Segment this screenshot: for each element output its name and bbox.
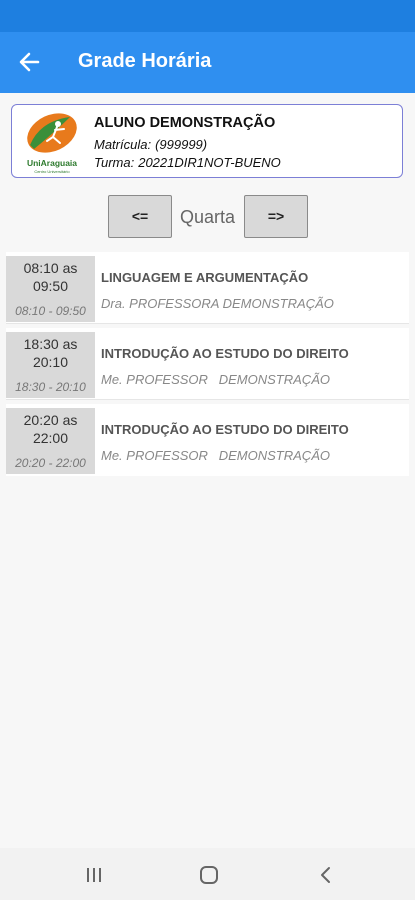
class-value: 20221DIR1NOT-BUENO (138, 155, 281, 170)
class-list-item[interactable]: 20:20 as 22:00 20:20 - 22:00 INTRODUÇÃO A… (6, 404, 409, 476)
home-icon[interactable] (194, 863, 224, 887)
teacher-name: Me. PROFESSOR DEMONSTRAÇÃO (101, 448, 330, 463)
status-bar (0, 0, 415, 32)
registration-line: Matrícula: (999999) (94, 137, 207, 152)
student-name: ALUNO DEMONSTRAÇÃO (94, 115, 276, 131)
course-name: LINGUAGEM E ARGUMENTAÇÃO (101, 270, 309, 285)
registration-label: Matrícula: (94, 137, 152, 152)
time-box: 18:30 as 20:10 18:30 - 20:10 (6, 332, 95, 398)
divider (6, 323, 409, 324)
time-range: 18:30 - 20:10 (15, 380, 86, 394)
registration-value: (999999) (155, 137, 208, 152)
start-time: 08:10 as (23, 260, 78, 276)
time-box: 08:10 as 09:50 08:10 - 09:50 (6, 256, 95, 322)
recent-apps-icon[interactable] (79, 863, 109, 887)
class-list-item[interactable]: 08:10 as 09:50 08:10 - 09:50 LINGUAGEM E … (6, 252, 409, 324)
class-list-item[interactable]: 18:30 as 20:10 18:30 - 20:10 INTRODUÇÃO A… (6, 328, 409, 400)
system-back-icon[interactable] (311, 863, 341, 887)
start-time: 20:20 as (23, 412, 78, 428)
time-box: 20:20 as 22:00 20:20 - 22:00 (6, 408, 95, 474)
teacher-name: Me. PROFESSOR DEMONSTRAÇÃO (101, 372, 330, 387)
class-line: Turma: 20221DIR1NOT-BUENO (94, 155, 281, 170)
student-card: UniAraguaia Centro Universitário ALUNO D… (11, 104, 403, 178)
back-arrow-icon[interactable] (14, 48, 46, 76)
page-title: Grade Horária (78, 50, 212, 72)
teacher-name: Dra. PROFESSORA DEMONSTRAÇÃO (101, 296, 334, 311)
logo-subtext: Centro Universitário (34, 169, 70, 174)
course-name: INTRODUÇÃO AO ESTUDO DO DIREITO (101, 422, 349, 437)
logo-text: UniAraguaia (26, 158, 78, 168)
system-navigation-bar (0, 848, 415, 900)
uniaraguaia-logo: UniAraguaia Centro Universitário (20, 111, 84, 174)
time-range: 08:10 - 09:50 (15, 304, 86, 318)
app-bar: Grade Horária (0, 32, 415, 93)
end-time: 20:10 (32, 354, 69, 370)
current-day-label: Quarta (180, 207, 236, 227)
start-time: 18:30 as (23, 336, 78, 352)
time-range: 20:20 - 22:00 (15, 456, 86, 470)
class-label: Turma: (94, 155, 135, 170)
end-time: 09:50 (32, 278, 69, 294)
next-day-button[interactable]: => (244, 195, 308, 238)
previous-day-button[interactable]: <= (108, 195, 172, 238)
end-time: 22:00 (32, 430, 69, 446)
course-name: INTRODUÇÃO AO ESTUDO DO DIREITO (101, 346, 349, 361)
divider (6, 399, 409, 400)
